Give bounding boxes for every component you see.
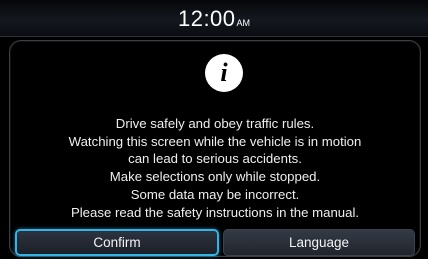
message-line: Drive safely and obey traffic rules.	[115, 116, 315, 131]
confirm-button[interactable]: Confirm	[15, 229, 219, 256]
message-line: can lead to serious accidents.	[128, 151, 302, 167]
message-line: Make selections only while stopped.	[109, 169, 321, 185]
infotainment-screen: 12:00AM i Drive safely and obey traffic …	[0, 0, 428, 259]
clock: 12:00AM	[0, 6, 428, 32]
language-button[interactable]: Language	[223, 229, 415, 256]
confirm-button-label: Confirm	[93, 235, 141, 250]
status-bar: 12:00AM	[0, 0, 428, 37]
warning-message: Drive safely and obey traffic rules. Wat…	[10, 115, 420, 221]
info-icon: i	[205, 54, 243, 92]
language-button-label: Language	[288, 235, 350, 250]
safety-warning-dialog: i Drive safely and obey traffic rules. W…	[9, 40, 421, 257]
message-line: Watching this screen while the vehicle i…	[68, 133, 362, 149]
clock-time: 12:00	[177, 6, 236, 31]
message-line: Some data may be incorrect.	[130, 186, 300, 202]
message-line: Please read the safety instructions in t…	[70, 204, 360, 220]
clock-ampm: AM	[236, 18, 251, 28]
